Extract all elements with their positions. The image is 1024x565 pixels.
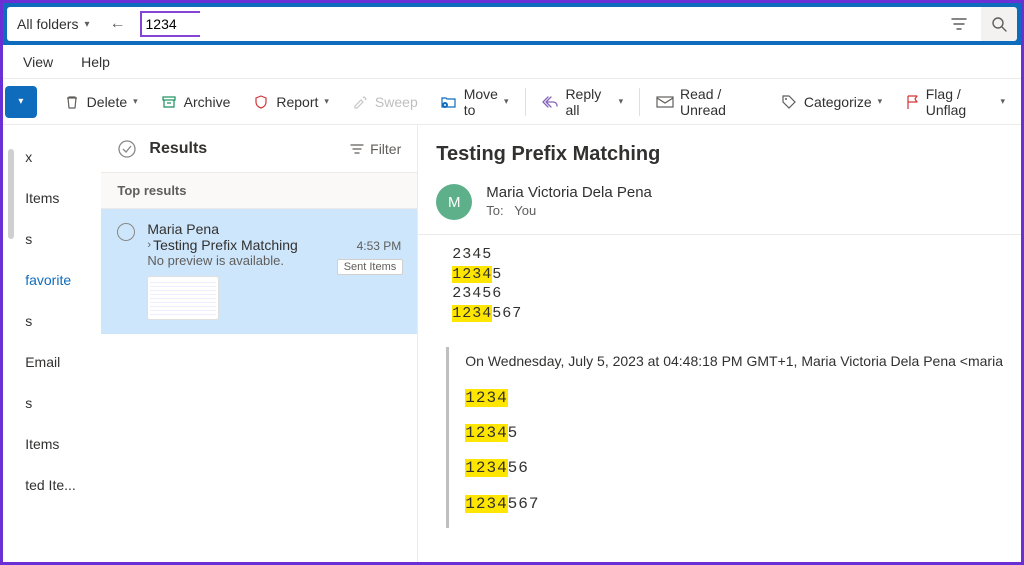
folder-item-favorite[interactable]: favorite xyxy=(25,272,95,288)
chevron-down-icon: ▾ xyxy=(84,19,89,30)
list-subheader: Top results xyxy=(101,173,417,209)
tag-icon xyxy=(780,93,798,111)
envelope-icon xyxy=(656,93,674,111)
folder-item[interactable]: s xyxy=(25,313,95,329)
from-name: Maria Victoria Dela Pena xyxy=(486,184,652,201)
quoted-header: On Wednesday, July 5, 2023 at 04:48:18 P… xyxy=(465,353,1003,369)
search-button[interactable] xyxy=(981,7,1017,41)
chevron-right-icon: › xyxy=(147,239,151,251)
folder-list: x Items s favorite s Email s Items ted I… xyxy=(19,125,101,562)
message-folder-badge: Sent Items xyxy=(337,259,404,275)
message-sender: Maria Pena xyxy=(147,221,401,237)
flag-button[interactable]: Flag / Unflag ▾ xyxy=(900,86,1009,118)
delete-button[interactable]: Delete ▾ xyxy=(59,86,142,118)
archive-button[interactable]: Archive xyxy=(156,86,235,118)
search-folder-selector[interactable]: All folders ▾ xyxy=(7,7,100,41)
new-mail-dropdown[interactable]: ▾ xyxy=(5,86,37,118)
shield-icon xyxy=(252,93,270,111)
search-input[interactable] xyxy=(146,13,327,35)
to-line: To: You xyxy=(486,203,652,218)
message-list-pane: Results Filter Top results Maria Pena › … xyxy=(101,125,418,562)
folder-item[interactable]: ted Ite... xyxy=(25,477,95,493)
chevron-down-icon: ▾ xyxy=(1000,96,1005,107)
message-time: 4:53 PM xyxy=(357,239,402,253)
folder-item[interactable]: s xyxy=(25,395,95,411)
filter-icon xyxy=(350,142,364,156)
chevron-down-icon: ▾ xyxy=(878,96,883,107)
search-box: ← xyxy=(100,7,982,41)
menu-help[interactable]: Help xyxy=(81,54,110,70)
chevron-down-icon: ▾ xyxy=(133,96,138,107)
search-input-highlight xyxy=(140,11,200,37)
folder-item[interactable]: Items xyxy=(25,190,95,206)
ribbon-toolbar: ▾ Delete ▾ Archive Report ▾ Sweep Move t… xyxy=(3,79,1021,125)
search-filters-icon[interactable] xyxy=(941,7,977,41)
chevron-down-icon: ▾ xyxy=(619,96,624,107)
trash-icon xyxy=(63,93,81,111)
report-button[interactable]: Report ▾ xyxy=(248,86,333,118)
list-header: Results Filter xyxy=(101,125,417,173)
replyall-button[interactable]: Reply all ▾ xyxy=(537,86,627,118)
search-bar: All folders ▾ ← xyxy=(3,3,1021,45)
message-thumbnail xyxy=(147,276,219,320)
flag-icon xyxy=(904,93,920,111)
quoted-body: 1234123451234561234567 xyxy=(465,381,1003,522)
folder-scrollbar[interactable] xyxy=(3,125,19,562)
search-folder-label: All folders xyxy=(17,16,78,32)
chevron-down-icon: ▾ xyxy=(18,96,23,107)
select-message-circle[interactable] xyxy=(117,223,135,241)
menubar: View Help xyxy=(3,45,1021,79)
reading-subject: Testing Prefix Matching xyxy=(418,125,1021,176)
readunread-button[interactable]: Read / Unread xyxy=(652,86,762,118)
categorize-button[interactable]: Categorize ▾ xyxy=(776,86,886,118)
select-all-circle-icon[interactable] xyxy=(117,139,137,159)
filter-button[interactable]: Filter xyxy=(350,141,401,157)
list-title: Results xyxy=(149,140,338,158)
folder-move-icon xyxy=(440,93,458,111)
reply-all-icon xyxy=(541,93,559,111)
folder-item[interactable]: x xyxy=(25,149,95,165)
sweep-icon xyxy=(351,93,369,111)
folder-item[interactable]: Items xyxy=(25,436,95,452)
avatar: M xyxy=(436,184,472,220)
reading-pane: Testing Prefix Matching M Maria Victoria… xyxy=(418,125,1021,562)
message-item[interactable]: Maria Pena › Testing Prefix Matching No … xyxy=(101,209,417,334)
folder-item[interactable]: s xyxy=(25,231,95,247)
chevron-down-icon: ▾ xyxy=(324,96,329,107)
back-arrow-icon[interactable]: ← xyxy=(104,15,132,33)
sweep-button: Sweep xyxy=(347,86,422,118)
menu-view[interactable]: View xyxy=(23,54,53,70)
reading-header: M Maria Victoria Dela Pena To: You xyxy=(418,176,1021,235)
chevron-down-icon: ▾ xyxy=(504,96,509,107)
archive-icon xyxy=(160,93,178,111)
moveto-button[interactable]: Move to ▾ xyxy=(436,86,513,118)
folder-item[interactable]: Email xyxy=(25,354,95,370)
quoted-block: On Wednesday, July 5, 2023 at 04:48:18 P… xyxy=(446,347,1003,528)
main-area: x Items s favorite s Email s Items ted I… xyxy=(3,125,1021,562)
message-body: 234512345234561234567 xyxy=(418,235,1021,341)
